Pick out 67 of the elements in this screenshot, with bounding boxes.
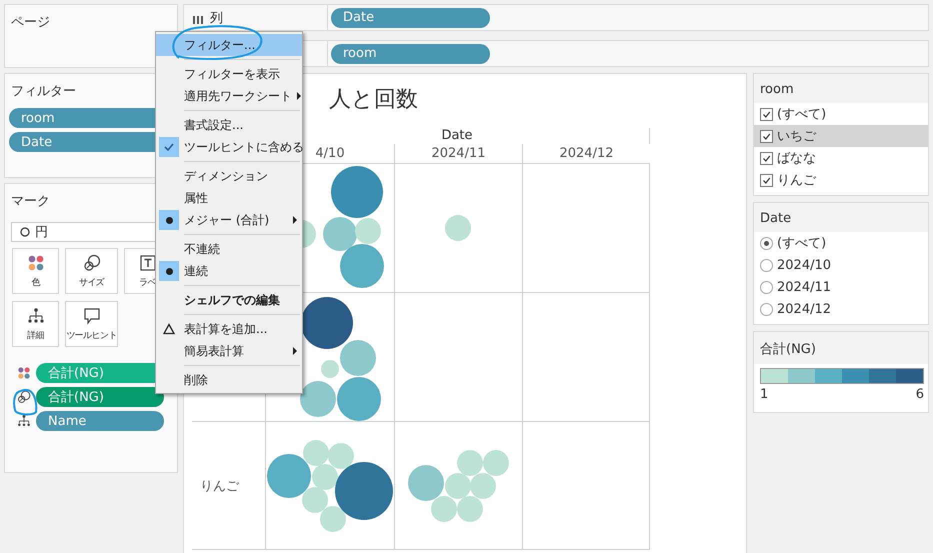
filter-item[interactable]: ばなな [754,147,928,169]
hierarchy-icon [26,306,44,324]
color-dots-icon [26,254,44,272]
filter-item[interactable]: (すべて) [754,103,928,125]
menu-item[interactable]: 適用先ワークシート [156,85,302,107]
check-icon [761,130,772,142]
radio-button[interactable] [760,258,773,272]
bubble [300,381,336,417]
bubble [445,215,471,241]
check-icon [761,152,772,164]
checkbox[interactable] [760,174,773,186]
check-icon [761,174,772,186]
filter-item[interactable]: 2024/10 [754,254,928,276]
mark-button[interactable]: ツールヒント [65,301,118,347]
shelf-label: 列 [210,10,223,26]
circle-icon [20,227,30,237]
menu-item[interactable]: フィルターを表示 [156,63,302,85]
filter-item[interactable]: いちご [754,125,928,147]
mark-button[interactable]: 色 [12,248,59,294]
checkbox[interactable] [760,108,773,120]
size-circles-icon [82,254,100,272]
check-icon [761,108,772,120]
row-header: りんご [200,478,239,494]
column-header: 2024/11 [394,144,522,164]
checkbox[interactable] [760,152,773,164]
filter-item[interactable]: 2024/12 [754,298,928,320]
filter-item[interactable]: (すべて) [754,232,928,254]
triangle-icon [163,323,175,335]
field-pill[interactable]: 合計(NG) [36,387,164,407]
mark-button[interactable]: サイズ [65,248,118,294]
card-title: 合計(NG) [754,332,928,364]
bubble [431,496,457,522]
filter-item[interactable]: 2024/11 [754,276,928,298]
bubble [445,473,471,499]
card-title: マーク [10,193,51,211]
checkbox[interactable] [760,130,773,142]
bubble [457,450,483,476]
menu-item[interactable]: 表計算を追加... [156,318,302,340]
radio-button[interactable] [760,280,773,294]
filter-item[interactable]: りんご [754,169,928,191]
view-title: 人と回数 [329,86,419,114]
card-title: room [754,74,928,103]
legend-min: 1 [760,387,768,402]
card-title: Date [754,203,928,232]
menu-item[interactable]: ディメンション [156,165,302,187]
speech-bubble-icon [82,306,100,324]
menu-item[interactable]: 属性 [156,187,302,209]
label-box-icon [138,254,156,272]
card-title: フィルター [10,83,77,101]
mark-button[interactable]: 詳細 [12,301,59,347]
menu-item[interactable]: 簡易表計算 [156,340,302,362]
submenu-arrow-icon [297,92,301,100]
radio-button[interactable] [760,236,773,250]
radio-button[interactable] [760,302,773,316]
bubble [408,465,444,501]
submenu-arrow-icon [293,347,297,355]
size-circles-icon [17,390,31,404]
bubble [470,473,496,499]
column-header: 2024/12 [522,144,650,164]
color-dots-icon [17,366,31,380]
menu-item[interactable]: フィルター... [156,34,302,56]
card-title: ページ [10,14,51,32]
bubble [483,450,509,476]
submenu-arrow-icon [293,216,297,224]
hierarchy-icon [17,414,31,428]
legend-max: 6 [916,387,924,402]
bubble [457,496,483,522]
